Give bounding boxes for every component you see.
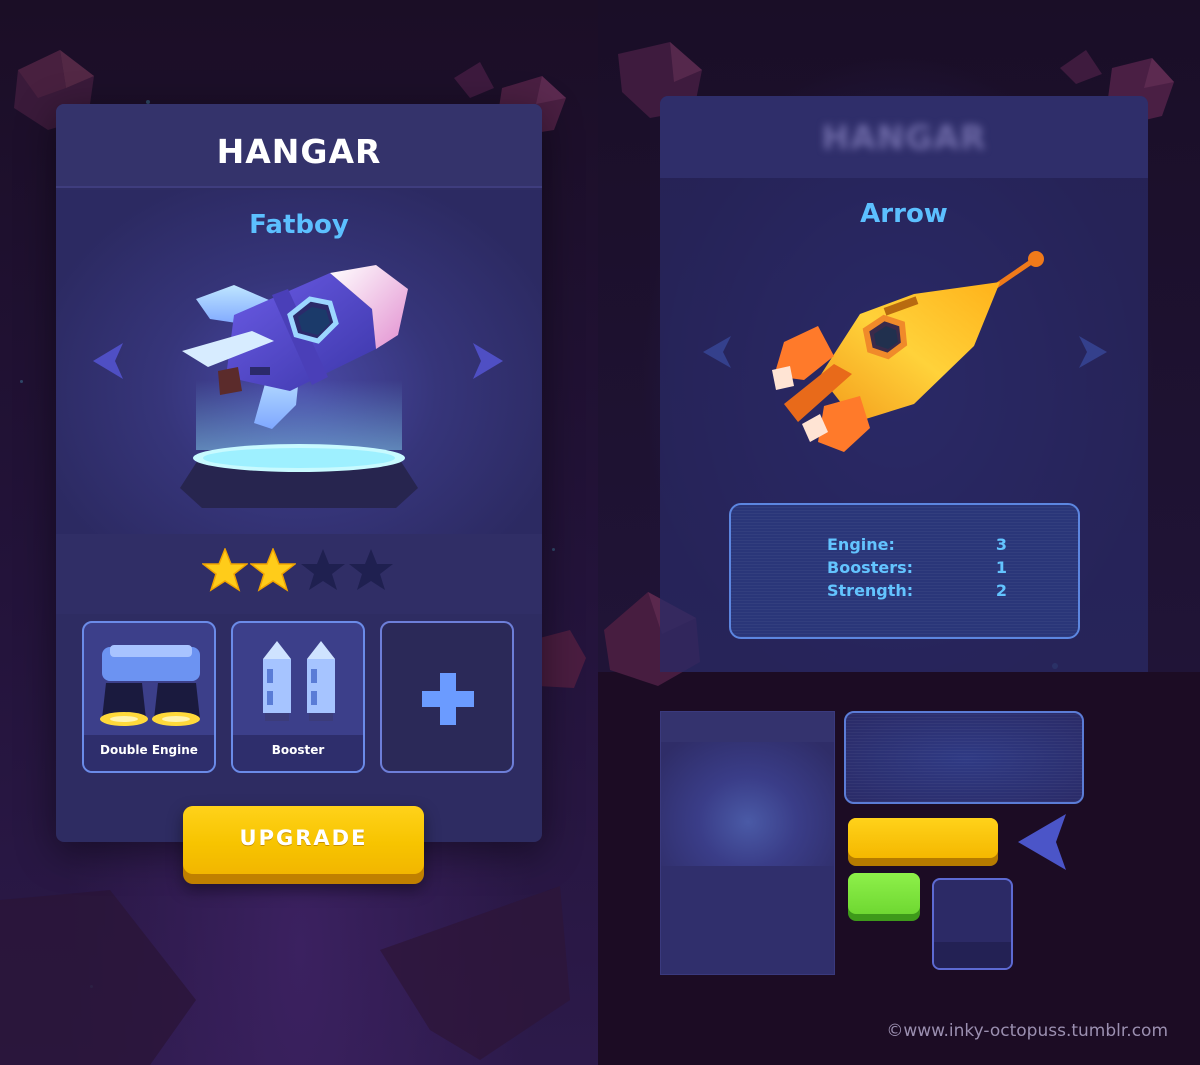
asset-green-button-face bbox=[848, 873, 920, 914]
slot-double-engine[interactable]: Double Engine bbox=[82, 621, 216, 773]
previous-ship-arrow[interactable] bbox=[703, 336, 733, 368]
rating-row bbox=[56, 534, 542, 614]
stat-row-strength: Strength: 2 bbox=[827, 581, 1007, 603]
space-dot bbox=[20, 380, 23, 383]
next-ship-arrow[interactable] bbox=[1077, 336, 1107, 368]
arrow-rocket-image bbox=[772, 251, 1044, 452]
asset-slot-frame bbox=[932, 878, 1013, 970]
credit-text: ©www.inky-octopuss.tumblr.com bbox=[886, 1021, 1168, 1041]
fatboy-rocket-image bbox=[182, 265, 408, 429]
asset-arrow-icon bbox=[1018, 814, 1066, 870]
ship-stats-box: Engine: 3 Boosters: 1 Strength: 2 bbox=[729, 503, 1080, 639]
rock-decoration bbox=[380, 886, 570, 1060]
previous-ship-arrow[interactable] bbox=[93, 343, 125, 379]
stat-row-engine: Engine: 3 bbox=[827, 535, 1007, 557]
asset-panel-background bbox=[660, 711, 835, 975]
stat-label: Boosters: bbox=[827, 558, 914, 577]
double-engine-icon bbox=[100, 645, 200, 726]
arrow-ship-name: Arrow bbox=[860, 199, 948, 229]
stat-value: 1 bbox=[995, 558, 1007, 577]
rating-star-filled bbox=[202, 548, 248, 592]
slot-label: Double Engine bbox=[100, 743, 198, 757]
asset-stats-frame bbox=[844, 711, 1084, 804]
plus-icon bbox=[422, 673, 474, 725]
asset-green-button bbox=[848, 873, 920, 921]
asset-panel-header bbox=[661, 712, 834, 742]
rating-star-empty bbox=[301, 549, 345, 590]
rock-decoration bbox=[0, 890, 196, 1065]
asset-slot-label-band bbox=[934, 942, 1011, 968]
stat-value: 2 bbox=[995, 581, 1007, 600]
panel-title: HANGAR bbox=[216, 132, 382, 171]
arrow-panel-title: HANGAR bbox=[821, 118, 987, 157]
rating-star-filled bbox=[250, 548, 296, 592]
stat-label: Strength: bbox=[827, 581, 914, 600]
stat-label: Engine: bbox=[827, 535, 895, 554]
space-dot bbox=[552, 548, 555, 551]
ship-name: Fatboy bbox=[249, 210, 349, 240]
stat-row-boosters: Boosters: 1 bbox=[827, 558, 1007, 580]
asset-yellow-button-face bbox=[848, 818, 998, 858]
rating-star-empty bbox=[349, 549, 393, 590]
upgrade-button[interactable]: UPGRADE bbox=[183, 806, 424, 884]
upgrade-button-label: UPGRADE bbox=[239, 826, 368, 850]
slot-add-upgrade[interactable] bbox=[380, 621, 514, 773]
slot-booster[interactable]: Booster bbox=[231, 621, 365, 773]
asset-panel-glow bbox=[661, 742, 834, 866]
slot-label: Booster bbox=[271, 743, 325, 757]
booster-icon bbox=[263, 641, 335, 721]
next-ship-arrow[interactable] bbox=[471, 343, 503, 379]
asset-yellow-button bbox=[848, 818, 998, 866]
stat-value: 3 bbox=[995, 535, 1007, 554]
asset-panel-footer bbox=[661, 866, 834, 974]
